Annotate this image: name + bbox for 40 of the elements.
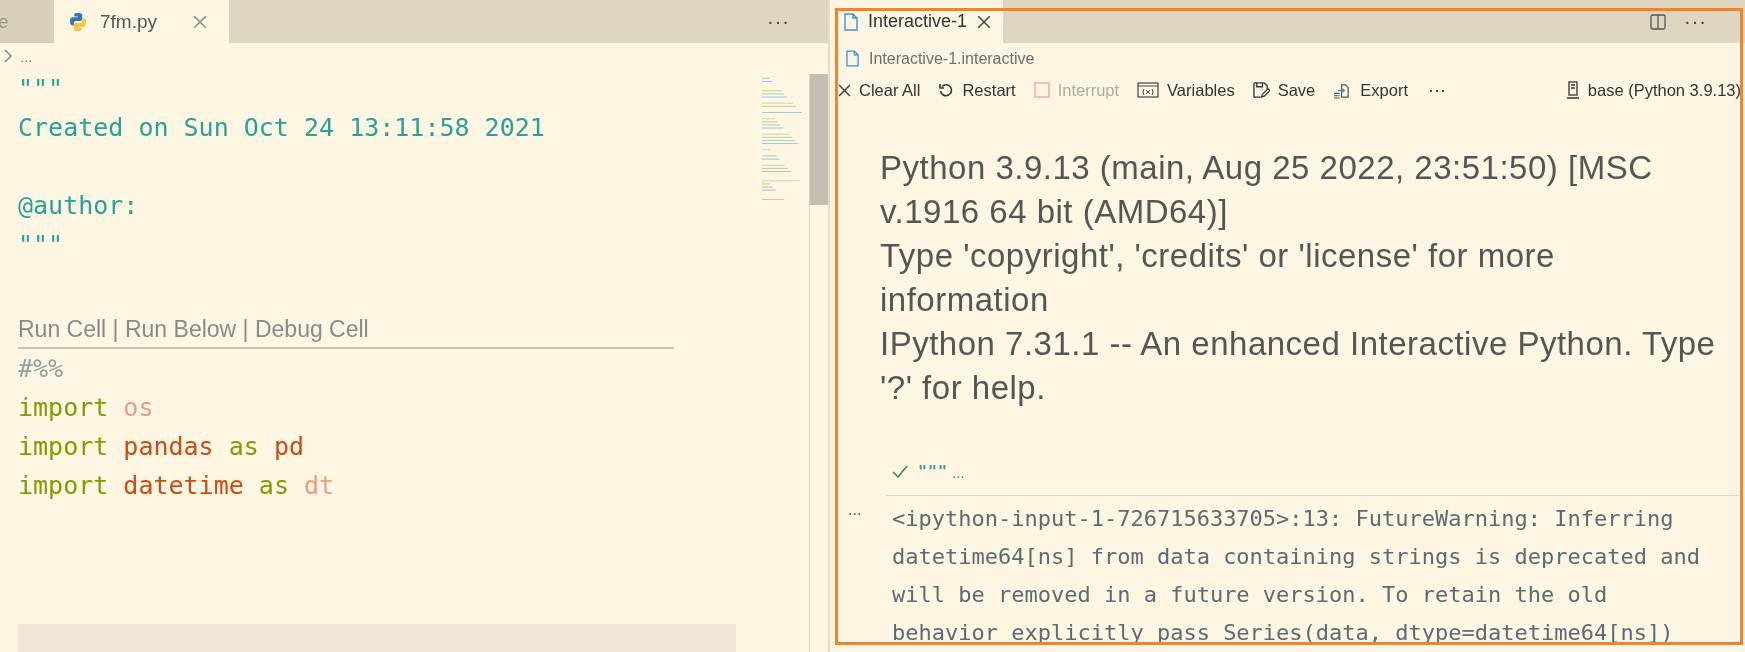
kernel-picker[interactable]: base (Python 3.9.13) <box>1565 80 1741 100</box>
file-icon <box>844 12 858 31</box>
output-text: IPython 7.31.1 -- An enhanced Interactive Python. Type '?' for help. <box>880 323 1717 408</box>
restart-icon <box>938 82 955 99</box>
save-icon <box>1252 81 1270 99</box>
warning-text: <ipython-input-1-726715633705>:13: FutureWarning: Inferring datetime64[ns] from data containing strings is deprecated and will be removed in a future version. To retain the old behavior explicitly pass Series(data, dtype=datetime64[ns]) <box>892 505 1701 647</box>
more-actions[interactable]: ··· <box>1684 10 1707 33</box>
output-text: Type 'copyright', 'credits' or 'license' for more information <box>880 235 1556 320</box>
python-icon <box>68 11 88 32</box>
toolbar-button[interactable]: Restart <box>938 80 1016 100</box>
ellipsis[interactable]: ... <box>952 463 965 481</box>
server-icon <box>1565 81 1580 100</box>
editor-tab[interactable]: 7fm.py <box>54 0 230 43</box>
chevron-icon[interactable] <box>4 49 12 63</box>
code-line: @author: <box>18 190 140 222</box>
code-line: import os <box>18 392 155 424</box>
more-actions[interactable]: ··· <box>1427 79 1446 101</box>
file-icon <box>846 50 859 68</box>
code-line: import pandas as pd <box>18 431 305 463</box>
breadcrumb[interactable]: Interactive-1.interactive <box>869 49 1035 68</box>
code-line: import datetime as dt <box>18 470 336 502</box>
split-editor-icon[interactable] <box>1650 13 1666 30</box>
editor-tab[interactable]: Interactive-1 <box>830 0 1004 43</box>
toolbar-button[interactable]: Variables <box>1137 80 1235 100</box>
toolbar-button[interactable]: Save <box>1252 80 1316 100</box>
close-icon[interactable] <box>977 14 992 29</box>
square-icon <box>1033 82 1050 99</box>
more-actions[interactable]: ··· <box>767 10 790 33</box>
close-icon <box>838 83 851 97</box>
scrollbar-thumb[interactable] <box>809 74 828 205</box>
code-line: """ <box>18 229 65 261</box>
toolbar-button[interactable]: Export <box>1333 80 1408 100</box>
code-line: Created on Sun Oct 24 13:11:58 2021 <box>18 112 546 144</box>
toolbar-button[interactable]: Clear All <box>838 80 921 100</box>
output-actions[interactable]: ... <box>848 501 862 518</box>
code-line: """ <box>18 73 65 105</box>
code-line: #%% <box>18 353 65 385</box>
variables-icon <box>1137 82 1160 99</box>
breadcrumb[interactable]: ... <box>20 47 33 65</box>
output-text: Python 3.9.13 (main, Aug 25 2022, 23:51:50) [MSC v.1916 64 bit (AMD64)] <box>880 147 1654 232</box>
